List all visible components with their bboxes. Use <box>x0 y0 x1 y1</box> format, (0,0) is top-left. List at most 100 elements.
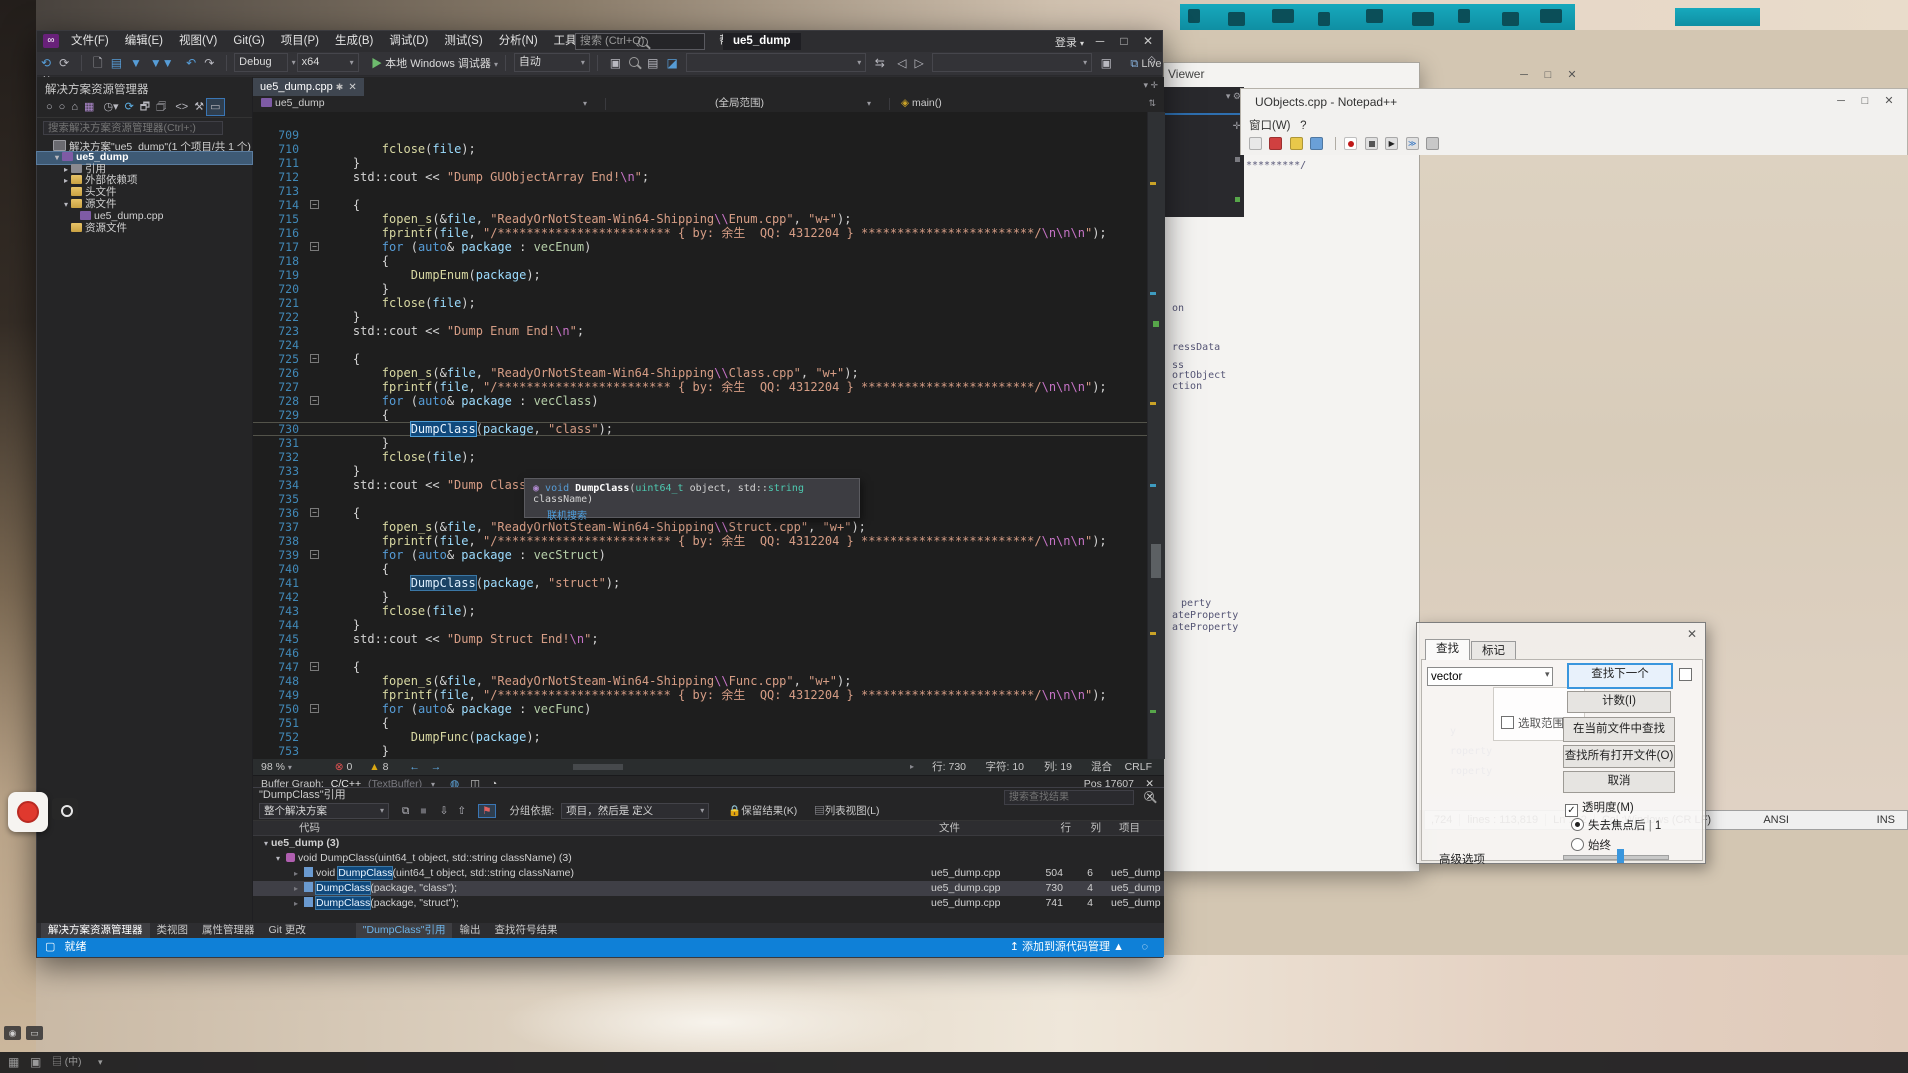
code-line-723[interactable]: 723 std::cout << "Dump Enum End!\n"; <box>253 324 1147 338</box>
panel-tab-0[interactable]: "DumpClass"引用 <box>355 923 453 938</box>
code-line-720[interactable]: 720 } <box>253 282 1147 296</box>
close-icon[interactable]: ✕ <box>1687 627 1697 641</box>
redo-icon[interactable]: ↷ <box>200 52 218 74</box>
stop-macro-icon[interactable] <box>1364 137 1378 151</box>
tab-options-icon[interactable]: ▾ ✛ <box>1143 80 1158 91</box>
h-scrollbar-thumb[interactable] <box>573 764 623 770</box>
result-row[interactable]: ▸ DumpClass(package, "struct"); ue5_dump.c… <box>253 896 1164 911</box>
show-code-icon[interactable]: <> <box>172 99 191 115</box>
direction-checkbox[interactable] <box>1679 668 1692 681</box>
column-line[interactable]: 行 <box>1039 821 1072 835</box>
code-line-721[interactable]: 721 fclose(file); <box>253 296 1147 310</box>
code-line-714[interactable]: 714 − { <box>253 198 1147 212</box>
bottom-tab-1[interactable]: 类视图 <box>150 923 196 938</box>
nav-scope-arrow[interactable]: ▾ <box>867 96 871 111</box>
code-line-727[interactable]: 727 fprintf(file, "/********************… <box>253 380 1147 394</box>
tree-item[interactable]: ▸ 外部依赖项 <box>37 174 252 187</box>
code-line-751[interactable]: 751 { <box>253 716 1147 730</box>
menu-Git(G)[interactable]: Git(G) <box>225 31 272 51</box>
switch-views-icon[interactable]: ▦ <box>81 99 97 115</box>
code-line-748[interactable]: 748 fopen_s(&file, "ReadyOrNotSteam-Win6… <box>253 674 1147 688</box>
column-project[interactable]: 项目 <box>1101 821 1140 835</box>
save-macro-icon[interactable] <box>1426 137 1440 151</box>
bell-icon[interactable]: ◌ <box>1141 938 1148 957</box>
code-line-728[interactable]: 728 − for (auto& package : vecClass) <box>253 394 1147 408</box>
new-file-icon[interactable] <box>1249 137 1262 151</box>
editor-tab-ue5-dump[interactable]: ue5_dump.cpp ✱ ✕ <box>253 78 364 97</box>
code-line-725[interactable]: 725 − { <box>253 352 1147 366</box>
code-line-722[interactable]: 722 } <box>253 310 1147 324</box>
menu-测试(S)[interactable]: 测试(S) <box>436 31 490 51</box>
mini-camera-icon[interactable]: ◉ <box>4 1026 21 1040</box>
fold-marker[interactable]: − <box>308 240 324 254</box>
transparency-checkbox[interactable]: ✓ 透明度(M) <box>1565 799 1634 817</box>
column-code[interactable]: 代码 <box>253 821 939 835</box>
record-widget[interactable] <box>8 792 48 832</box>
nav-scope-dropdown[interactable]: (全局范围) <box>715 96 764 111</box>
panel-tab-1[interactable]: 输出 <box>452 923 487 938</box>
context-dropdown[interactable]: ▾ <box>932 53 1093 73</box>
menu-调试(D)[interactable]: 调试(D) <box>381 31 436 51</box>
view-icon[interactable] <box>1310 137 1324 151</box>
code-line-713[interactable]: 713 <box>253 184 1147 198</box>
code-line-744[interactable]: 744 } <box>253 618 1147 632</box>
viewer-window-controls[interactable]: ─ □ ✕ <box>1512 68 1584 81</box>
prev-icon[interactable]: ◁ <box>893 52 910 74</box>
online-search-link[interactable]: 联机搜索 <box>547 511 587 522</box>
tree-item[interactable]: 资源文件 <box>37 222 252 235</box>
tree-item[interactable]: ▸ 引用 <box>37 163 252 176</box>
nav-project-arrow[interactable]: ▾ <box>583 96 587 111</box>
vs-window-controls[interactable]: ─ □ ✕ <box>1088 34 1160 48</box>
transparency-slider-thumb[interactable] <box>1617 849 1624 863</box>
chevron-down-icon[interactable]: ▾ <box>61 199 71 211</box>
gear-icon[interactable]: ▾ ⚙ <box>1226 91 1241 102</box>
export-icon[interactable]: ⇧ <box>457 805 466 817</box>
find-icon[interactable] <box>625 52 643 74</box>
chevron-right-icon[interactable]: ▸ <box>291 896 301 911</box>
column-col[interactable]: 列 <box>1071 821 1102 835</box>
fold-marker[interactable]: − <box>308 394 324 408</box>
search-results-input[interactable] <box>1004 790 1134 805</box>
window-icon[interactable]: ▣ <box>1097 52 1116 74</box>
find-next-button[interactable]: 查找下一个 <box>1567 663 1673 689</box>
home-icon[interactable]: ⌂ <box>68 99 81 115</box>
code-editor[interactable]: 709 710 fclose(file); 711 } 712 std::cout <… <box>253 112 1147 775</box>
group-by-dropdown[interactable]: 项目，然后是 定义 ▾ <box>561 803 710 820</box>
code-line-733[interactable]: 733 } <box>253 464 1147 478</box>
code-line-726[interactable]: 726 fopen_s(&file, "ReadyOrNotSteam-Win6… <box>253 366 1147 380</box>
column-file[interactable]: 文件 <box>939 821 1039 835</box>
zoom-dropdown[interactable]: 98 % ▾ <box>253 761 292 773</box>
notepad-toolbar[interactable]: ▶ ≫ <box>1249 135 1442 153</box>
comment-icon[interactable]: ▤ <box>643 52 662 74</box>
notepad-menu-window[interactable]: 窗口(W) ? <box>1249 117 1307 133</box>
taskbar-arrow-icon[interactable]: ▾ <box>98 1052 103 1073</box>
errors-indicator[interactable]: ⊗ 0 <box>335 761 353 773</box>
import-icon[interactable]: ⇩ <box>440 805 449 817</box>
fold-marker[interactable]: − <box>308 702 324 716</box>
advanced-options-label[interactable]: 高级选项 <box>1439 851 1485 867</box>
tab-mark[interactable]: 标记 <box>1471 641 1516 660</box>
fold-marker[interactable]: − <box>308 352 324 366</box>
code-line-742[interactable]: 742 } <box>253 590 1147 604</box>
pending-changes-icon[interactable]: ◷▾ <box>100 99 121 115</box>
tab-find[interactable]: 查找 <box>1425 639 1470 660</box>
camera-widget[interactable] <box>52 798 78 820</box>
menu-文件(F)[interactable]: 文件(F) <box>63 31 117 51</box>
taskbar-chat-icon[interactable]: ▣ <box>30 1052 41 1073</box>
result-row[interactable]: ▸ void DumpClass(uint64_t object, std::st… <box>253 866 1164 881</box>
chevron-down-icon[interactable]: ▾ <box>261 836 271 851</box>
close-tab-icon[interactable]: ✕ <box>346 82 356 93</box>
record-macro-icon[interactable] <box>1344 137 1358 151</box>
nav-member-dropdown[interactable]: ◈ main() <box>901 96 942 111</box>
collapse-icon[interactable]: − <box>310 396 319 405</box>
keep-results-button[interactable]: 保留结果(K) <box>741 805 797 817</box>
code-line-715[interactable]: 715 fopen_s(&file, "ReadyOrNotSteam-Win6… <box>253 212 1147 226</box>
tree-item[interactable]: ▾ ue5_dump <box>36 150 253 165</box>
configuration-dropdown[interactable]: Debug ▾ <box>234 53 296 73</box>
code-line-716[interactable]: 716 fprintf(file, "/********************… <box>253 226 1147 240</box>
editor-scrollbar[interactable] <box>1147 112 1165 759</box>
code-line-710[interactable]: 710 fclose(file); <box>253 142 1147 156</box>
menu-视图(V)[interactable]: 视图(V) <box>171 31 225 51</box>
warnings-indicator[interactable]: ▲ 8 <box>369 761 388 773</box>
fold-marker[interactable]: − <box>308 198 324 212</box>
